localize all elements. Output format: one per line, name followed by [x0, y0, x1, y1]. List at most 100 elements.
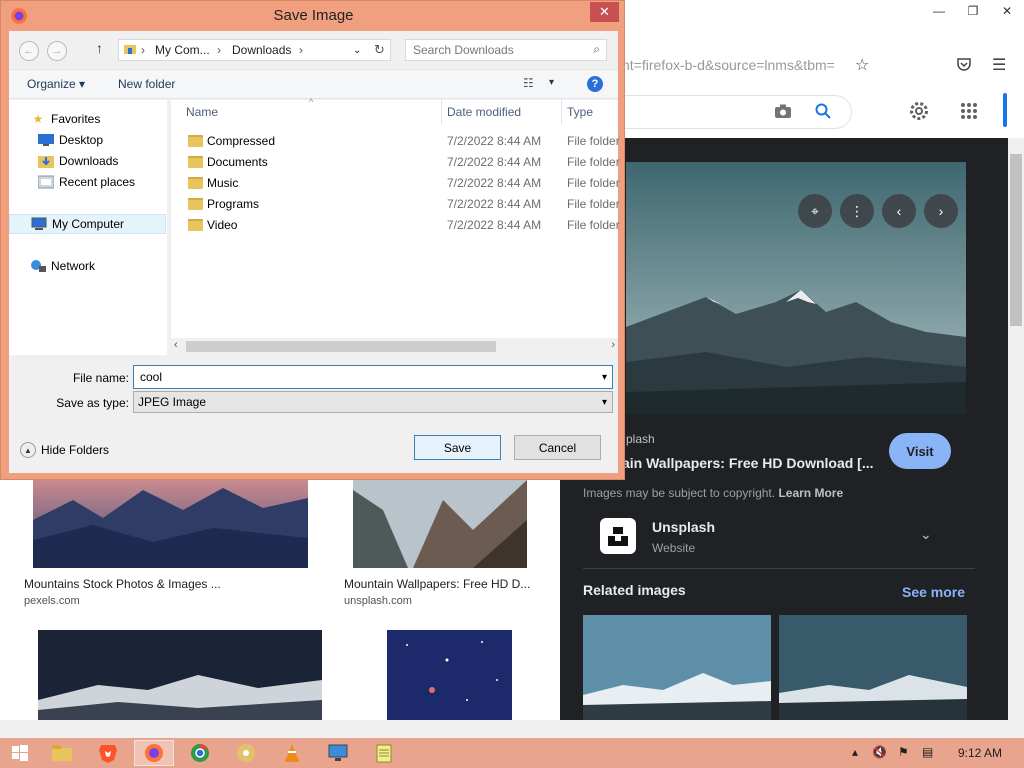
result-thumbnail[interactable] — [353, 480, 527, 568]
notepad-icon[interactable] — [364, 740, 404, 766]
file-row[interactable]: Documents 7/2/2022 8:44 AM File folder — [171, 152, 620, 173]
scrollbar-thumb[interactable] — [186, 341, 496, 352]
file-type: File folder — [567, 218, 620, 232]
menu-icon[interactable]: ☰ — [992, 55, 1006, 75]
close-dialog-button[interactable]: ✕ — [590, 2, 619, 22]
lens-search-button[interactable]: ⌖ — [798, 194, 832, 228]
chrome-icon[interactable] — [180, 740, 220, 766]
file-type: File folder — [567, 134, 620, 148]
settings-gear-icon[interactable] — [908, 100, 930, 127]
chevron-down-icon[interactable]: ▾ — [602, 372, 607, 383]
result-caption[interactable]: Mountain Wallpapers: Free HD D... — [344, 577, 530, 591]
volume-muted-icon[interactable]: 🔇 — [872, 745, 887, 759]
close-window-button[interactable]: ✕ — [990, 0, 1024, 22]
learn-more-link[interactable]: Learn More — [778, 486, 843, 500]
nav-item-network[interactable]: Network — [9, 256, 166, 276]
start-button[interactable] — [0, 740, 40, 766]
help-icon[interactable]: ? — [587, 76, 603, 92]
save-type-select[interactable]: JPEG Image ▾ — [133, 391, 613, 413]
more-options-button[interactable]: ⋮ — [840, 194, 874, 228]
nav-item-recent-places[interactable]: Recent places — [9, 172, 166, 192]
brave-browser-icon[interactable] — [88, 740, 128, 766]
media-disc-icon[interactable] — [226, 740, 266, 766]
preview-image[interactable]: ⌖ ⋮ ‹ › — [626, 162, 966, 414]
pocket-icon[interactable] — [956, 56, 972, 77]
file-row[interactable]: Programs 7/2/2022 8:44 AM File folder — [171, 194, 620, 215]
dialog-toolbar: Organize ▾ New folder ☷ ▾ ? — [9, 69, 618, 99]
file-name: Programs — [207, 197, 260, 211]
previous-image-button[interactable]: ‹ — [882, 194, 916, 228]
file-list-scrollbar[interactable]: ‹ › — [171, 338, 618, 355]
file-explorer-icon[interactable] — [42, 740, 82, 766]
related-image[interactable] — [583, 615, 771, 720]
search-icon[interactable] — [814, 102, 832, 125]
action-center-icon[interactable]: ▤ — [922, 745, 933, 759]
breadcrumb-item[interactable]: Downloads — [232, 43, 291, 57]
save-button[interactable]: Save — [414, 435, 501, 460]
network-status-icon[interactable]: ⚑ — [898, 745, 909, 759]
vlc-icon[interactable] — [272, 740, 312, 766]
nav-item-desktop[interactable]: Desktop — [9, 130, 166, 150]
visit-button[interactable]: Visit — [889, 433, 951, 469]
result-thumbnail[interactable] — [33, 480, 308, 568]
camera-search-icon[interactable] — [774, 103, 792, 124]
nav-item-my-computer[interactable]: My Computer — [9, 214, 166, 234]
system-clock[interactable]: 9:12 AM — [958, 746, 1002, 760]
see-more-link[interactable]: See more — [902, 584, 965, 600]
firefox-taskbar-icon[interactable] — [134, 740, 174, 766]
url-bar[interactable]: nt=firefox-b-d&source=lnms&tbm= — [622, 57, 844, 73]
column-header-name[interactable]: Name — [186, 105, 218, 119]
refresh-icon[interactable]: ↻ — [369, 39, 391, 61]
scrollbar-thumb[interactable] — [1010, 154, 1022, 326]
chevron-down-icon[interactable]: ⌄ — [920, 526, 932, 543]
scroll-left-icon[interactable]: ‹ — [174, 339, 178, 351]
horizontal-scrollbar[interactable] — [0, 720, 1024, 738]
up-folder-button[interactable]: ↑ — [96, 40, 103, 56]
chevron-down-icon[interactable]: ▾ — [602, 397, 607, 408]
result-caption[interactable]: Mountains Stock Photos & Images ... — [24, 577, 221, 591]
column-separator[interactable] — [561, 100, 562, 124]
maximize-button[interactable]: ❐ — [956, 0, 990, 22]
column-header-type[interactable]: Type — [567, 105, 593, 119]
scroll-right-icon[interactable]: › — [611, 339, 615, 351]
site-name[interactable]: Unsplash — [652, 519, 715, 535]
preview-title[interactable]: ain Wallpapers: Free HD Download [... — [622, 455, 874, 471]
organize-button[interactable]: Organize ▾ — [27, 77, 85, 91]
bookmark-star-icon[interactable]: ☆ — [855, 55, 869, 75]
file-type: File folder — [567, 155, 620, 169]
forward-button[interactable]: → — [47, 41, 67, 61]
apps-grid-icon[interactable] — [960, 102, 978, 125]
file-row[interactable]: Compressed 7/2/2022 8:44 AM File folder — [171, 131, 620, 152]
back-button[interactable]: ← — [19, 41, 39, 61]
nav-item-favorites[interactable]: ★ Favorites — [9, 109, 166, 129]
breadcrumb-item[interactable]: My Com... — [155, 43, 210, 57]
folder-icon — [188, 219, 203, 231]
result-thumbnail[interactable] — [38, 630, 322, 720]
file-row[interactable]: Video 7/2/2022 8:44 AM File folder — [171, 215, 620, 236]
column-header-date[interactable]: Date modified — [447, 105, 521, 119]
column-separator[interactable] — [441, 100, 442, 124]
nav-item-downloads[interactable]: Downloads — [9, 151, 166, 171]
sort-arrow-icon: ^ — [309, 97, 314, 107]
next-image-button[interactable]: › — [924, 194, 958, 228]
address-bar[interactable]: › My Com... › Downloads › ⌄ — [118, 39, 391, 61]
chevron-down-icon[interactable]: ⌄ — [353, 45, 361, 56]
result-thumbnail[interactable] — [387, 630, 512, 720]
chevron-down-icon[interactable]: ▾ — [549, 77, 554, 88]
related-image[interactable] — [779, 615, 967, 720]
vertical-scrollbar[interactable] — [1008, 138, 1024, 720]
minimize-button[interactable]: — — [922, 0, 956, 22]
file-type: File folder — [567, 197, 620, 211]
remote-desktop-icon[interactable] — [318, 740, 358, 766]
show-hidden-icons-icon[interactable]: ▴ — [852, 745, 858, 759]
result-source: pexels.com — [24, 595, 80, 607]
folder-icon — [188, 135, 203, 147]
search-input[interactable]: Search Downloads ⌕ — [405, 39, 607, 61]
cancel-button[interactable]: Cancel — [514, 435, 601, 460]
file-name-input[interactable]: cool ▾ — [133, 365, 613, 389]
preview-source[interactable]: plash — [626, 432, 655, 446]
hide-folders-button[interactable]: ▲ Hide Folders — [20, 442, 109, 458]
file-row[interactable]: Music 7/2/2022 8:44 AM File folder — [171, 173, 620, 194]
new-folder-button[interactable]: New folder — [118, 77, 175, 91]
view-options-icon[interactable]: ☷ — [523, 76, 534, 90]
